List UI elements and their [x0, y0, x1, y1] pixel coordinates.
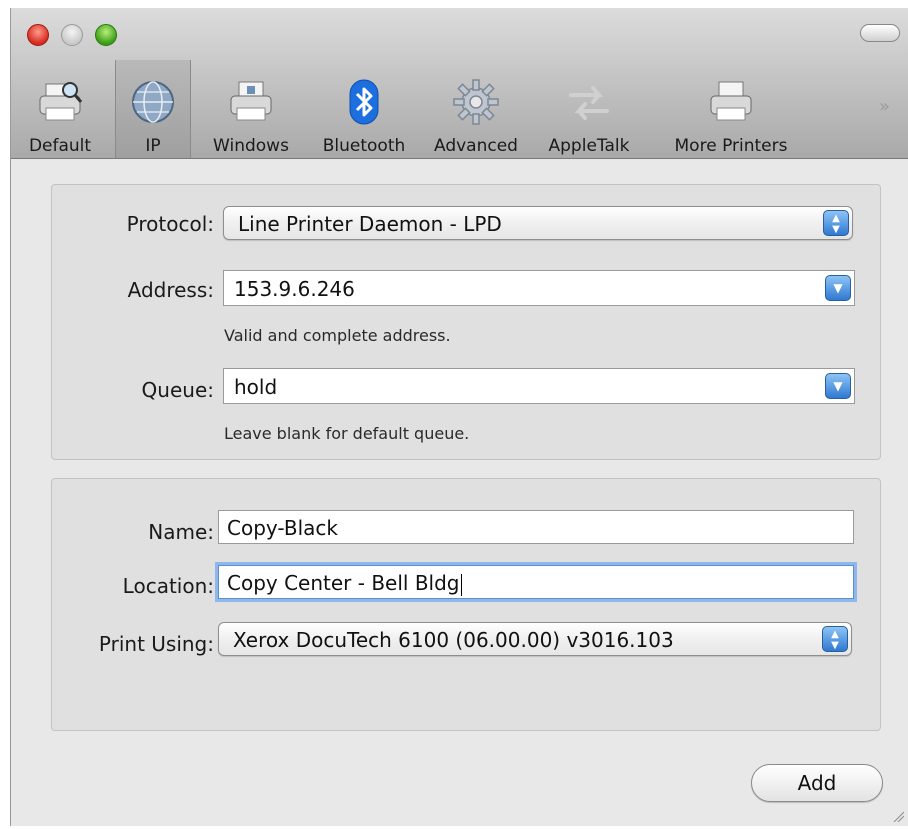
- up-down-arrows-icon: ▲ ▼: [823, 210, 849, 236]
- text-cursor: [460, 573, 462, 596]
- toolbar-item-appletalk[interactable]: AppleTalk: [537, 66, 641, 158]
- add-button[interactable]: Add: [751, 764, 883, 802]
- minimize-window-button[interactable]: [61, 24, 83, 46]
- print-using-value: Xerox DocuTech 6100 (06.00.00) v3016.103: [233, 628, 674, 652]
- toolbar-item-advanced[interactable]: Advanced: [425, 66, 527, 158]
- up-down-arrows-icon: ▲ ▼: [822, 626, 848, 652]
- bluetooth-icon: [349, 79, 379, 125]
- name-label: Name:: [148, 520, 214, 544]
- add-printer-window: Default IP Windows Bluetooth Advanced Ap…: [10, 8, 908, 826]
- printer-icon: [710, 81, 752, 121]
- location-value: Copy Center - Bell Bldg: [227, 571, 460, 595]
- toolbar-item-label: IP: [145, 136, 161, 156]
- toolbar-item-label: More Printers: [674, 136, 788, 156]
- toolbar-item-windows[interactable]: Windows: [201, 66, 301, 158]
- protocol-value: Line Printer Daemon - LPD: [238, 212, 502, 236]
- globe-icon: [132, 81, 174, 123]
- toolbar-item-more-printers[interactable]: More Printers: [657, 66, 805, 158]
- address-help-text: Valid and complete address.: [224, 326, 451, 345]
- printer-windows-icon: [230, 81, 272, 121]
- toolbar-item-label: Advanced: [434, 136, 518, 156]
- zoom-window-button[interactable]: [95, 24, 117, 46]
- close-window-button[interactable]: [27, 24, 49, 46]
- toolbar: Default IP Windows Bluetooth Advanced Ap…: [11, 8, 908, 159]
- chevron-down-icon[interactable]: ▼: [825, 373, 851, 399]
- toolbar-item-label: Windows: [213, 136, 289, 156]
- toolbar-item-default[interactable]: Default: [19, 66, 101, 158]
- toolbar-item-bluetooth[interactable]: Bluetooth: [307, 66, 421, 158]
- address-combo[interactable]: 153.9.6.246 ▼: [223, 270, 855, 306]
- toolbar-toggle-button[interactable]: [860, 24, 900, 42]
- address-value: 153.9.6.246: [234, 277, 355, 301]
- queue-help-text: Leave blank for default queue.: [224, 424, 470, 443]
- protocol-popup[interactable]: Line Printer Daemon - LPD ▲ ▼: [223, 206, 853, 240]
- name-field[interactable]: Copy-Black: [218, 510, 854, 544]
- toolbar-item-label: Default: [28, 136, 92, 156]
- address-label: Address:: [127, 278, 214, 302]
- toolbar-overflow-button[interactable]: »: [879, 96, 890, 117]
- queue-combo[interactable]: hold ▼: [223, 368, 855, 404]
- toolbar-item-label: AppleTalk: [548, 136, 630, 156]
- queue-value: hold: [234, 375, 278, 399]
- printer-magnifier-icon: [39, 82, 83, 121]
- location-label: Location:: [122, 574, 214, 598]
- print-using-label: Print Using:: [98, 632, 214, 656]
- queue-label: Queue:: [141, 378, 214, 402]
- toolbar-item-label: Bluetooth: [322, 136, 406, 156]
- protocol-label: Protocol:: [126, 212, 214, 236]
- resize-grip-icon[interactable]: [892, 810, 904, 822]
- print-using-popup[interactable]: Xerox DocuTech 6100 (06.00.00) v3016.103…: [218, 622, 852, 656]
- gear-icon: [453, 79, 499, 125]
- chevron-down-icon[interactable]: ▼: [825, 275, 851, 301]
- location-field[interactable]: Copy Center - Bell Bldg: [218, 565, 854, 599]
- arrows-icon: [569, 86, 609, 120]
- toolbar-item-ip[interactable]: IP: [115, 60, 191, 158]
- name-value: Copy-Black: [227, 516, 338, 540]
